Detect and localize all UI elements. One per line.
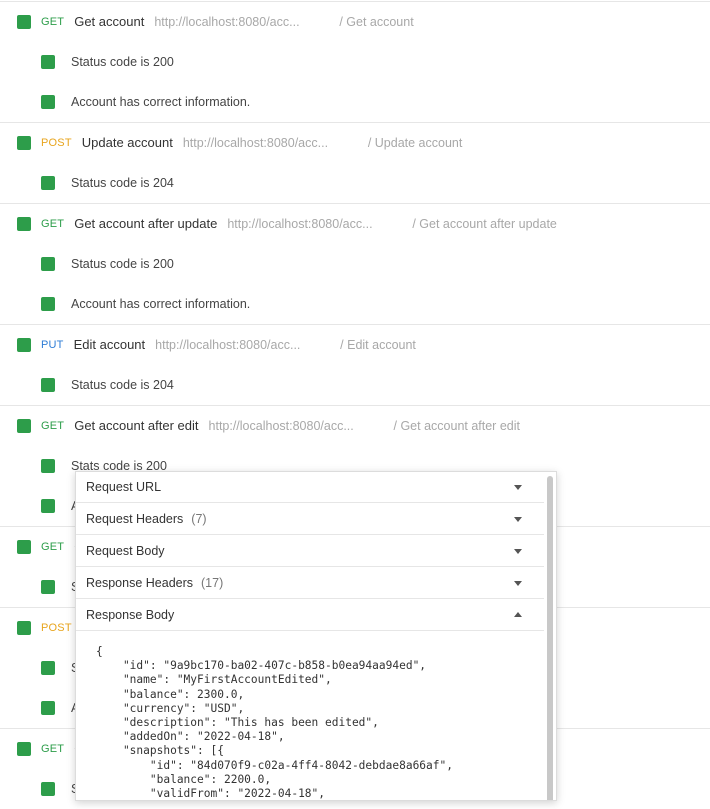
chevron-up-icon[interactable]: [514, 612, 522, 617]
pass-square-icon: [41, 580, 55, 594]
chevron-down-icon[interactable]: [514, 485, 522, 490]
chevron-down-icon[interactable]: [514, 517, 522, 522]
method-label: GET: [41, 419, 65, 432]
method-label: POST: [41, 136, 72, 149]
method-label: GET: [41, 15, 65, 28]
request-url: http://localhost:8080/acc...: [227, 216, 373, 231]
request-url: http://localhost:8080/acc...: [154, 14, 300, 29]
chevron-down-icon[interactable]: [514, 581, 522, 586]
section-request-body[interactable]: Request Body: [76, 536, 544, 567]
section-response-body[interactable]: Response Body: [76, 600, 544, 631]
request-name[interactable]: Get account after update: [74, 216, 217, 231]
section-label: Response Body: [86, 608, 175, 622]
response-body-code: { "id": "9a9bc170-ba02-407c-b858-b0ea94a…: [96, 645, 453, 801]
pass-square-icon: [41, 176, 55, 190]
request-name[interactable]: Update account: [82, 135, 173, 150]
pass-square-icon: [41, 782, 55, 796]
test-row: Account has correct information.: [0, 82, 710, 122]
method-label: GET: [41, 742, 65, 755]
pass-square-icon: [17, 14, 31, 29]
request-row-get-account[interactable]: GET Get account http://localhost:8080/ac…: [0, 1, 710, 41]
pass-square-icon: [17, 741, 31, 756]
pass-square-icon: [17, 216, 31, 231]
request-name[interactable]: Get account after edit: [74, 418, 198, 433]
section-label: Request Headers: [86, 512, 184, 526]
pass-square-icon: [17, 135, 31, 150]
section-request-url[interactable]: Request URL: [76, 472, 544, 503]
pass-square-icon: [17, 418, 31, 433]
section-label: Request Body: [86, 544, 165, 558]
test-name: Status code is 200: [71, 257, 174, 271]
pass-square-icon: [17, 620, 31, 635]
request-url: http://localhost:8080/acc...: [208, 418, 354, 433]
test-name: Status code is 204: [71, 378, 174, 392]
pass-square-icon: [17, 337, 31, 352]
request-details-popover: Request URL Request Headers (7) Request …: [75, 471, 557, 801]
pass-square-icon: [41, 378, 55, 392]
pass-square-icon: [41, 661, 55, 675]
method-label: POST: [41, 621, 72, 634]
request-path: / Get account: [339, 14, 414, 29]
section-response-headers[interactable]: Response Headers (17): [76, 568, 544, 599]
test-row: Status code is 200: [0, 42, 710, 82]
pass-square-icon: [41, 297, 55, 311]
test-row: Status code is 204: [0, 163, 710, 203]
request-path: / Edit account: [340, 337, 416, 352]
request-row-get-account-after-update[interactable]: GET Get account after update http://loca…: [0, 203, 710, 243]
test-row: Status code is 200: [0, 244, 710, 284]
request-url: http://localhost:8080/acc...: [155, 337, 301, 352]
pass-square-icon: [41, 95, 55, 109]
request-path: / Get account after update: [412, 216, 557, 231]
section-label: Response Headers: [86, 576, 194, 590]
test-row: Account has correct information.: [0, 284, 710, 324]
section-count: (7): [191, 512, 207, 526]
pass-square-icon: [41, 257, 55, 271]
section-request-headers[interactable]: Request Headers (7): [76, 504, 544, 535]
method-label: GET: [41, 540, 65, 553]
test-row: Status code is 204: [0, 365, 710, 405]
test-name: Status code is 200: [71, 55, 174, 69]
pass-square-icon: [41, 499, 55, 513]
request-name[interactable]: Edit account: [74, 337, 146, 352]
request-url: http://localhost:8080/acc...: [182, 135, 329, 150]
method-label: GET: [41, 217, 65, 230]
section-label: Request URL: [86, 480, 162, 494]
test-name: Account has correct information.: [71, 95, 251, 109]
pass-square-icon: [41, 459, 55, 473]
test-name: Status code is 204: [71, 176, 174, 190]
request-row-get-account-after-edit[interactable]: GET Get account after edit http://localh…: [0, 405, 710, 445]
pass-square-icon: [41, 701, 55, 715]
request-path: / Update account: [367, 135, 463, 150]
request-row-edit-account[interactable]: PUT Edit account http://localhost:8080/a…: [0, 324, 710, 364]
pass-square-icon: [17, 539, 31, 554]
chevron-down-icon[interactable]: [514, 549, 522, 554]
popover-scrollbar[interactable]: [547, 476, 553, 800]
pass-square-icon: [41, 55, 55, 69]
request-path: / Get account after edit: [393, 418, 520, 433]
method-label: PUT: [41, 338, 64, 351]
test-name: Account has correct information.: [71, 297, 251, 311]
section-count: (17): [201, 576, 224, 590]
request-name[interactable]: Get account: [74, 14, 144, 29]
request-row-update-account[interactable]: POST Update account http://localhost:808…: [0, 122, 710, 162]
